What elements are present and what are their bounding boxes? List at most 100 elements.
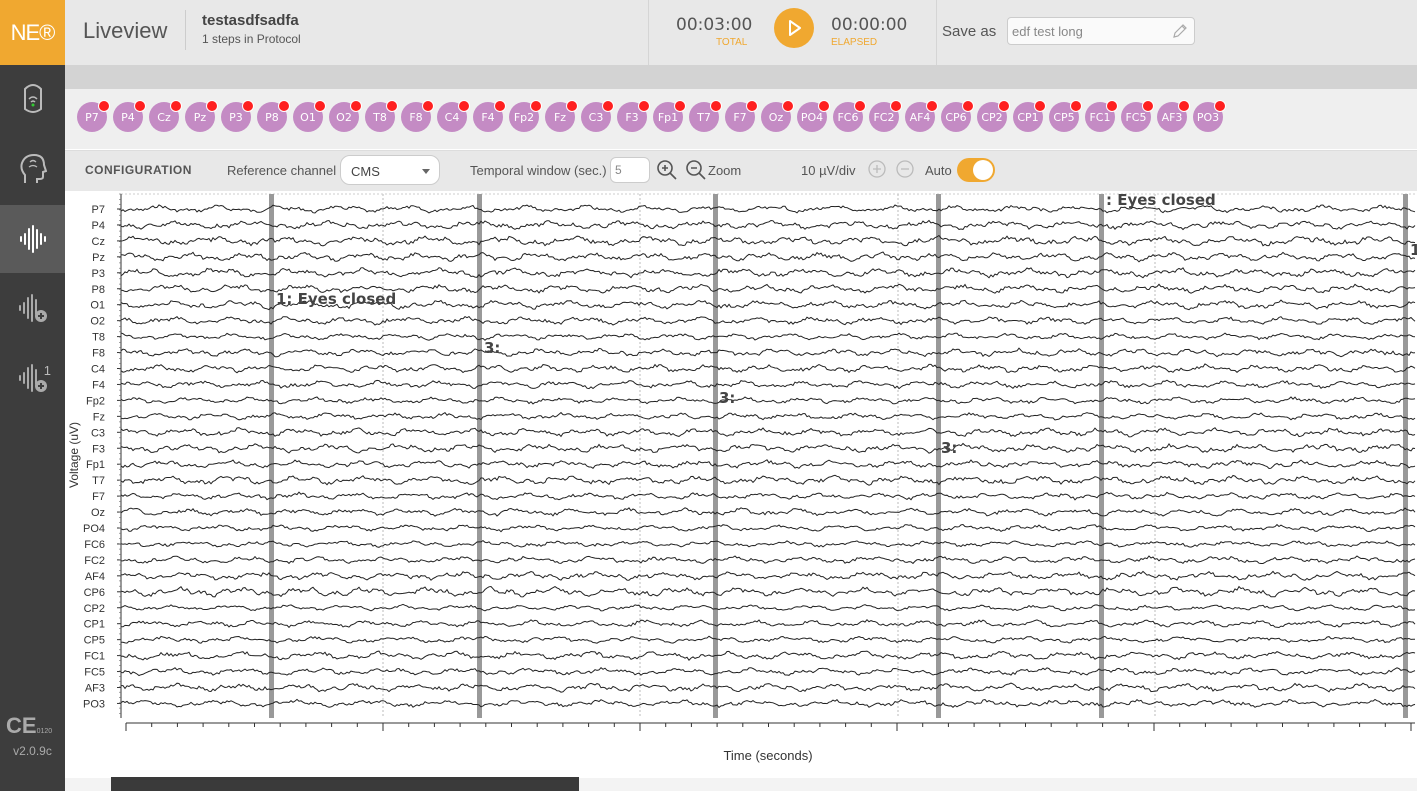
channel-chip[interactable]: F8 bbox=[401, 100, 434, 132]
channel-chip[interactable]: P4 bbox=[113, 100, 146, 132]
status-dot bbox=[926, 100, 938, 112]
channel-chip[interactable]: Oz bbox=[761, 100, 794, 132]
status-dot bbox=[818, 100, 830, 112]
channel-label: AF3 bbox=[85, 683, 105, 695]
channel-chip[interactable]: P8 bbox=[257, 100, 290, 132]
channel-chip[interactable]: Cz bbox=[149, 100, 182, 132]
sidebar-item-add-protocol-2[interactable]: 1 bbox=[0, 345, 65, 413]
temporal-window-input[interactable] bbox=[610, 157, 650, 183]
app-logo: NE® bbox=[0, 0, 65, 65]
channel-chip[interactable]: PO4 bbox=[797, 100, 830, 132]
status-dot bbox=[710, 100, 722, 112]
channel-chip[interactable]: Pz bbox=[185, 100, 218, 132]
channel-chip[interactable]: T7 bbox=[689, 100, 722, 132]
channel-chip-label: C3 bbox=[588, 110, 604, 124]
eeg-trace bbox=[120, 474, 1416, 486]
channel-chip[interactable]: F7 bbox=[725, 100, 758, 132]
chevron-down-icon bbox=[422, 169, 430, 174]
channel-chip[interactable]: CP6 bbox=[941, 100, 974, 132]
channel-chip[interactable]: AF4 bbox=[905, 100, 938, 132]
sidebar-item-head[interactable] bbox=[0, 135, 65, 203]
channel-label: T8 bbox=[92, 332, 105, 344]
auto-toggle[interactable] bbox=[957, 158, 995, 182]
channel-chip[interactable]: PO3 bbox=[1193, 100, 1226, 132]
eeg-trace bbox=[120, 204, 1416, 214]
channel-chip[interactable]: P7 bbox=[77, 100, 110, 132]
status-dot bbox=[494, 100, 506, 112]
save-as-input[interactable] bbox=[1008, 18, 1176, 44]
channel-chip[interactable]: FC5 bbox=[1121, 100, 1154, 132]
toggle-knob bbox=[973, 160, 993, 180]
save-as-field[interactable] bbox=[1007, 17, 1195, 45]
channel-label: F7 bbox=[92, 491, 105, 503]
channel-chip[interactable]: AF3 bbox=[1157, 100, 1190, 132]
pencil-icon[interactable] bbox=[1172, 23, 1188, 39]
eeg-trace bbox=[120, 442, 1416, 454]
eeg-trace bbox=[120, 234, 1416, 247]
play-button[interactable] bbox=[774, 8, 814, 48]
zoom-label: Zoom bbox=[708, 163, 742, 178]
channel-chip-label: P4 bbox=[121, 110, 135, 124]
channel-chip-label: P3 bbox=[229, 110, 243, 124]
status-dot bbox=[998, 100, 1010, 112]
status-dot bbox=[206, 100, 218, 112]
channel-chip-label: P7 bbox=[85, 110, 99, 124]
channel-chip[interactable]: O1 bbox=[293, 100, 326, 132]
channel-chip[interactable]: FC2 bbox=[869, 100, 902, 132]
channel-chip[interactable]: T8 bbox=[365, 100, 398, 132]
channel-label: Oz bbox=[91, 507, 105, 519]
channel-chip-label: CP2 bbox=[981, 110, 1003, 124]
channel-chip[interactable]: Fp1 bbox=[653, 100, 686, 132]
top-bar: Liveview testasdfsadfa 1 steps in Protoc… bbox=[65, 0, 1417, 66]
channel-chip[interactable]: Fz bbox=[545, 100, 578, 132]
channel-chip[interactable]: F4 bbox=[473, 100, 506, 132]
eeg-trace bbox=[120, 219, 1416, 231]
status-dot bbox=[602, 100, 614, 112]
sidebar-item-add-protocol[interactable] bbox=[0, 275, 65, 343]
status-dot bbox=[962, 100, 974, 112]
eeg-trace bbox=[120, 491, 1416, 501]
sidebar: NE® 1 CE0120 v2.0.9c bbox=[0, 0, 65, 791]
channel-chip[interactable]: C3 bbox=[581, 100, 614, 132]
sidebar-item-device[interactable] bbox=[0, 65, 65, 133]
divider bbox=[185, 10, 186, 50]
channel-chip[interactable]: P3 bbox=[221, 100, 254, 132]
scale-increase-icon[interactable] bbox=[867, 159, 887, 179]
reference-channel-select[interactable]: CMS bbox=[340, 155, 440, 185]
channel-chip-label: P8 bbox=[265, 110, 279, 124]
scale-decrease-icon[interactable] bbox=[895, 159, 915, 179]
status-dot bbox=[386, 100, 398, 112]
status-dot bbox=[314, 100, 326, 112]
channel-chip[interactable]: CP2 bbox=[977, 100, 1010, 132]
eeg-trace bbox=[121, 555, 1416, 565]
channel-chip[interactable]: CP1 bbox=[1013, 100, 1046, 132]
channel-chip[interactable]: O2 bbox=[329, 100, 362, 132]
channel-label: P8 bbox=[92, 284, 105, 296]
elapsed-label: ELAPSED bbox=[831, 37, 878, 48]
configuration-title: CONFIGURATION bbox=[85, 163, 192, 177]
status-dot bbox=[458, 100, 470, 112]
channel-chip[interactable]: F3 bbox=[617, 100, 650, 132]
channel-chip[interactable]: FC6 bbox=[833, 100, 866, 132]
channel-chip[interactable]: CP5 bbox=[1049, 100, 1082, 132]
zoom-in-icon[interactable] bbox=[656, 159, 678, 181]
channel-chip[interactable]: C4 bbox=[437, 100, 470, 132]
eeg-trace bbox=[120, 251, 1416, 263]
channel-chip-label: Oz bbox=[768, 110, 784, 124]
channel-chip-label: CP6 bbox=[945, 110, 967, 124]
channel-label: CP6 bbox=[84, 587, 105, 599]
status-dot bbox=[170, 100, 182, 112]
channel-label: FC2 bbox=[84, 555, 105, 567]
channel-chip-label: T7 bbox=[697, 110, 711, 124]
status-dot bbox=[1178, 100, 1190, 112]
channel-chip[interactable]: FC1 bbox=[1085, 100, 1118, 132]
channel-chip-label: FC2 bbox=[873, 110, 895, 124]
channel-label: O1 bbox=[90, 300, 105, 312]
zoom-out-icon[interactable] bbox=[685, 159, 707, 181]
channel-chip[interactable]: Fp2 bbox=[509, 100, 542, 132]
eeg-trace bbox=[120, 667, 1416, 677]
sidebar-item-liveview[interactable] bbox=[0, 205, 65, 273]
status-dot bbox=[278, 100, 290, 112]
eeg-trace bbox=[120, 585, 1416, 598]
channel-chip-label: C4 bbox=[444, 110, 460, 124]
